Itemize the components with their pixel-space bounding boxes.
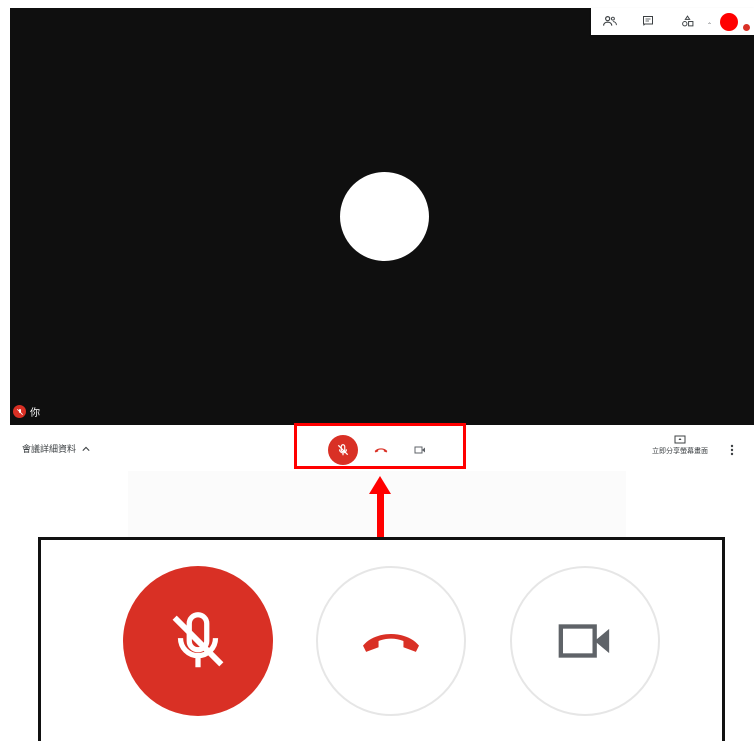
top-toolbar: ⌃ [591, 8, 754, 35]
controls-highlight-box [294, 423, 466, 469]
present-label: 立即分享螢幕畫面 [652, 447, 708, 455]
present-screen-icon [674, 435, 686, 444]
mic-toggle-button-large[interactable] [123, 566, 273, 716]
meeting-details-label: 會議詳細資料 [22, 445, 77, 455]
chevron-up-icon [82, 446, 90, 451]
more-vert-icon[interactable] [730, 441, 734, 460]
mic-off-icon [172, 612, 224, 668]
self-mic-off-icon [13, 405, 26, 418]
record-dot-icon[interactable] [720, 13, 738, 31]
arrow-shaft [377, 492, 384, 538]
record-badge-icon [743, 24, 750, 31]
self-name: 你 [30, 408, 40, 419]
video-stage: 你 [10, 8, 754, 425]
caret-icon: ⌃ [707, 22, 713, 29]
people-icon[interactable] [601, 13, 619, 29]
shapes-icon[interactable] [678, 13, 696, 29]
participant-avatar [340, 172, 429, 261]
hangup-button-large[interactable] [316, 566, 466, 716]
meeting-details-button[interactable]: 會議詳細資料 [22, 442, 90, 455]
videocam-icon [558, 624, 610, 658]
camera-toggle-button-large[interactable] [510, 566, 660, 716]
self-name-tag: 你 [13, 404, 40, 419]
present-now-button[interactable]: 立即分享螢幕畫面 [650, 435, 710, 456]
chat-icon[interactable] [639, 13, 657, 29]
phone-hangup-icon [363, 634, 419, 652]
